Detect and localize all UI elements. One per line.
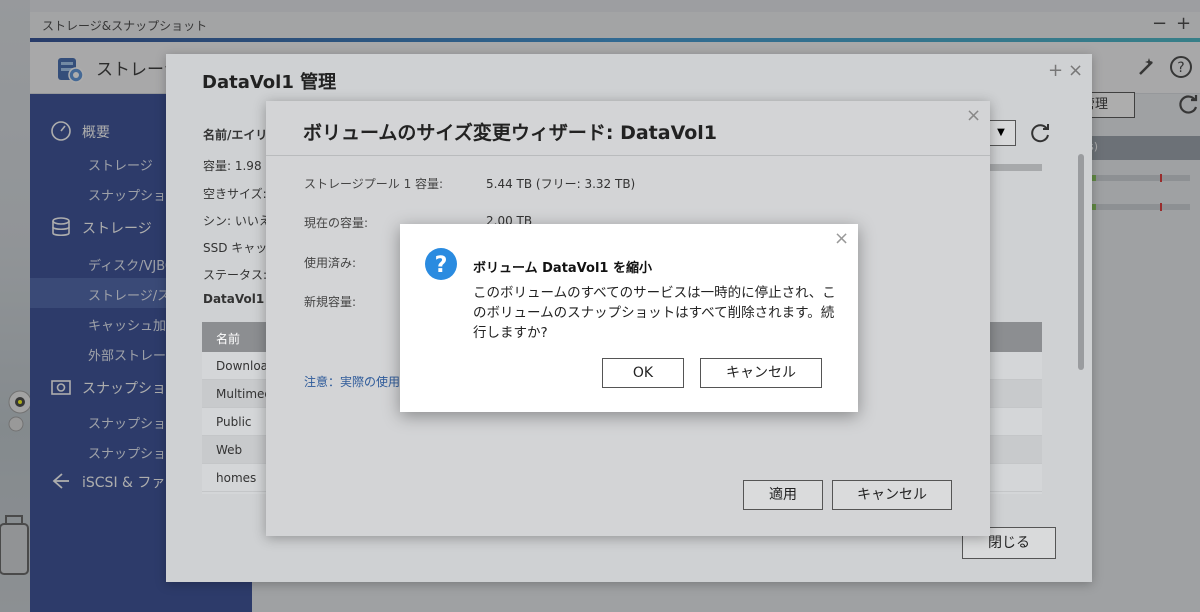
pool-capacity-label: ストレージプール 1 容量:: [304, 177, 444, 191]
wizard-cancel-button[interactable]: キャンセル: [832, 480, 952, 510]
wizard-title: ボリュームのサイズ変更ウィザード: DataVol1: [303, 122, 718, 144]
dialog-heading: ボリューム DataVol1 を縮小: [473, 261, 652, 276]
capacity-bar: [986, 164, 1042, 171]
manage-window-title: DataVol1 管理: [202, 72, 337, 93]
apply-button[interactable]: 適用: [743, 480, 823, 510]
current-capacity-label: 現在の容量:: [304, 216, 369, 230]
ok-button[interactable]: OK: [602, 358, 684, 388]
refresh-icon[interactable]: [1028, 121, 1052, 145]
folder-name: Web: [216, 443, 243, 457]
used-label: 使用済み:: [304, 256, 357, 270]
action-dropdown[interactable]: ▼: [986, 120, 1016, 146]
svg-text:?: ?: [435, 253, 448, 278]
info-free-label: 空きサイズ:: [203, 187, 267, 201]
info-thin-label: シン: いいえ: [203, 214, 271, 228]
maximize-icon[interactable]: +: [1048, 60, 1063, 81]
dialog-message: このボリュームのすべてのサービスは一時的に停止され、このボリュームのスナップショ…: [473, 285, 836, 341]
wizard-note: 注意：実際の使用: [304, 375, 401, 389]
column-header-name: 名前: [216, 332, 241, 346]
shrink-confirm-dialog: × ? ボリューム DataVol1 を縮小 このボリュームのすべてのサービスは…: [400, 224, 858, 412]
dialog-cancel-button[interactable]: キャンセル: [700, 358, 822, 388]
info-status-label: ステータス:: [203, 268, 268, 282]
folder-name: homes: [216, 471, 257, 485]
folder-name: Public: [216, 415, 252, 429]
question-icon: ?: [425, 248, 457, 280]
pool-capacity-value: 5.44 TB (フリー: 3.32 TB): [486, 177, 636, 191]
info-capacity-label: 容量: 1.98: [203, 159, 262, 173]
close-icon[interactable]: ×: [1068, 60, 1083, 81]
new-capacity-label: 新規容量:: [304, 295, 357, 309]
close-icon[interactable]: ×: [966, 105, 981, 126]
close-icon[interactable]: ×: [834, 228, 849, 249]
scrollbar[interactable]: [1078, 154, 1084, 370]
divider: [266, 155, 990, 156]
